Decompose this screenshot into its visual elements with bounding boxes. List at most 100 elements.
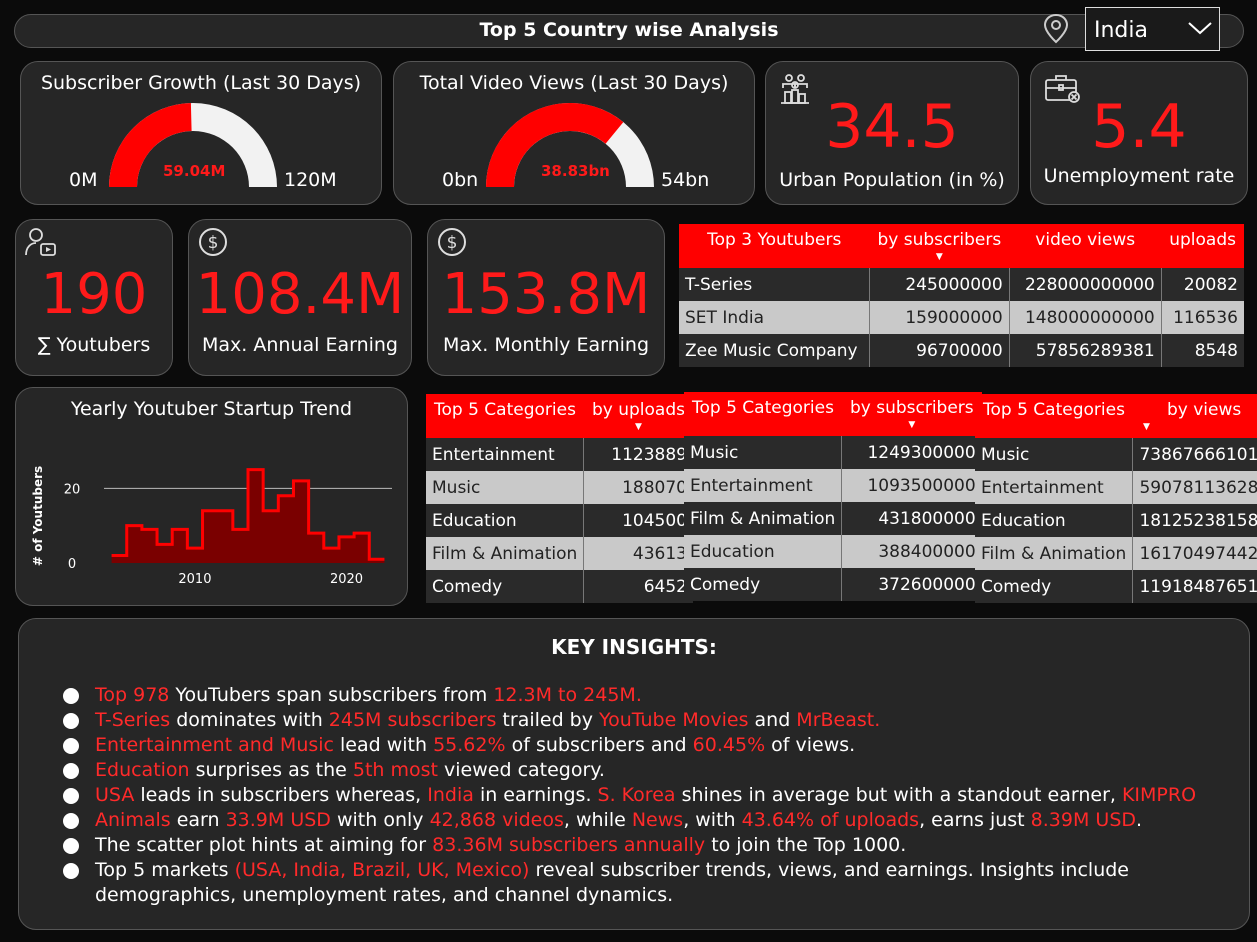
- cat-uploads-header-category[interactable]: Top 5 Categories: [426, 394, 584, 438]
- top3-header-uploads[interactable]: uploads: [1161, 224, 1244, 268]
- insight-highlight: News: [631, 809, 684, 831]
- cat-uploads-header-value[interactable]: by uploads ▼: [583, 394, 693, 438]
- x-tick-label: 2010: [178, 572, 211, 587]
- insight-highlight: USA: [95, 784, 135, 806]
- svg-text:$: $: [208, 233, 219, 253]
- insight-text: shines in average but with a standout ea…: [675, 784, 1122, 806]
- cat-subs-header-category[interactable]: Top 5 Categories: [684, 392, 842, 436]
- monthly-earning-card: $ 153.8M Max. Monthly Earning: [427, 219, 665, 376]
- insight-text: in earnings.: [473, 784, 598, 806]
- insight-highlight: 33.9M USD: [225, 809, 331, 831]
- dollar-icon: $: [438, 228, 466, 256]
- insight-highlight: Entertainment and Music: [95, 734, 334, 756]
- views-gauge-min: 0bn: [442, 169, 479, 191]
- cell: 116536: [1160, 301, 1244, 334]
- cell: 161704974429: [1132, 537, 1257, 570]
- categories-by-subscribers-table: Top 5 Categories by subscribers ▼ Music 12…: [684, 392, 982, 601]
- insight-text: lead with: [333, 734, 434, 756]
- cell: 181252381585: [1132, 504, 1257, 537]
- insight-highlight: 83.36M subscribers annually: [432, 834, 706, 856]
- y-tick-label: 0: [68, 557, 76, 572]
- annual-earning-value: 108.4M: [195, 262, 405, 327]
- country-dropdown[interactable]: India: [1085, 7, 1220, 51]
- table-row[interactable]: Comedy 119184876515: [975, 570, 1257, 603]
- subscriber-gauge-title: Subscriber Growth (Last 30 Days): [40, 72, 362, 94]
- insight-item: USA leads in subscribers whereas, India …: [63, 783, 1229, 808]
- table-row[interactable]: Film & Animation 431800000: [684, 502, 982, 535]
- cell: 119184876515: [1132, 570, 1257, 603]
- insight-text: dominates with: [170, 709, 329, 731]
- y-axis-label: # of Youtubers: [31, 466, 45, 566]
- cat-subs-header-value[interactable]: by subscribers ▼: [841, 392, 982, 436]
- cell: Comedy: [426, 570, 584, 603]
- subscriber-gauge-value: 59.04M: [163, 162, 226, 180]
- cell: 590781136282: [1132, 471, 1257, 504]
- insight-highlight: 42,868 videos: [429, 809, 564, 831]
- insight-item: Entertainment and Music lead with 55.62%…: [63, 733, 1229, 758]
- table-row[interactable]: SET India 159000000 148000000000 116536: [679, 301, 1244, 334]
- insight-text: surprises as the: [189, 759, 353, 781]
- cell: 372600000: [841, 568, 982, 601]
- table-row[interactable]: Film & Animation 161704974429: [975, 537, 1257, 570]
- table-row[interactable]: Zee Music Company 96700000 57856289381 8…: [679, 334, 1244, 367]
- sort-desc-icon: ▼: [908, 420, 916, 430]
- urban-population-label: Urban Population (in %): [779, 169, 1005, 191]
- views-gauge-value: 38.83bn: [541, 162, 610, 180]
- cat-views-header-category[interactable]: Top 5 Categories: [975, 394, 1133, 438]
- insight-highlight: KIMPRO: [1121, 784, 1197, 806]
- table-row[interactable]: Education 388400000: [684, 535, 982, 568]
- insight-text: , while: [563, 809, 632, 831]
- top3-header-views[interactable]: video views: [1009, 224, 1162, 268]
- views-gauge-card: Total Video Views (Last 30 Days) 0bn 54b…: [393, 61, 755, 205]
- table-row[interactable]: Music 1249300000: [684, 436, 982, 469]
- table-row[interactable]: Comedy 372600000: [684, 568, 982, 601]
- unemployment-value: 5.4: [1091, 92, 1187, 162]
- urban-population-card: 34.5 Urban Population (in %): [765, 61, 1019, 205]
- insight-highlight: 55.62%: [433, 734, 506, 756]
- cell: Film & Animation: [426, 537, 584, 570]
- insight-highlight: 245M subscribers: [328, 709, 497, 731]
- top3-header-name[interactable]: Top 3 Youtubers: [679, 224, 870, 268]
- table-row[interactable]: T-Series 245000000 228000000000 20082: [679, 268, 1244, 301]
- table-row[interactable]: Education 181252381585: [975, 504, 1257, 537]
- country-selected: India: [1094, 18, 1148, 43]
- insight-text: earn: [170, 809, 226, 831]
- insight-highlight: Top 978: [95, 684, 170, 706]
- insight-highlight: 12.3M to 245M.: [493, 684, 642, 706]
- insights-title: KEY INSIGHTS:: [551, 635, 717, 659]
- table-row[interactable]: Music 188070: [426, 471, 693, 504]
- cell: Music: [684, 436, 842, 469]
- table-row[interactable]: Entertainment 1123889: [426, 438, 693, 471]
- table-row[interactable]: Film & Animation 43613: [426, 537, 693, 570]
- insight-text: of subscribers and: [505, 734, 693, 756]
- dollar-icon: $: [199, 228, 227, 256]
- insight-highlight: India: [427, 784, 474, 806]
- monthly-earning-label: Max. Monthly Earning: [442, 334, 650, 356]
- unemployment-card: 5.4 Unemployment rate: [1030, 61, 1248, 205]
- cell: 388400000: [841, 535, 982, 568]
- location-pin-icon: [1043, 13, 1069, 44]
- cell: Music: [426, 471, 584, 504]
- insight-text: viewed category.: [437, 759, 605, 781]
- cell: 431800000: [841, 502, 982, 535]
- table-row[interactable]: Music 738676661013: [975, 438, 1257, 471]
- cell: Entertainment: [426, 438, 584, 471]
- startup-trend-chart: # of Youtubers 0 20 2010 2020: [31, 466, 392, 587]
- insight-highlight: 8.39M USD: [1030, 809, 1137, 831]
- monthly-earning-value: 153.8M: [441, 262, 651, 327]
- cell: 188070: [583, 471, 693, 504]
- annual-earning-label: Max. Annual Earning: [202, 334, 398, 356]
- urban-population-value: 34.5: [825, 92, 959, 162]
- table-row[interactable]: Education 104500: [426, 504, 693, 537]
- top3-header-subscribers[interactable]: by subscribers ▼: [869, 224, 1010, 268]
- cell: Comedy: [975, 570, 1133, 603]
- table-row[interactable]: Entertainment 590781136282: [975, 471, 1257, 504]
- cell: Music: [975, 438, 1133, 471]
- cat-views-header-value[interactable]: by views ▼: [1132, 394, 1257, 438]
- insight-highlight: Animals: [95, 809, 171, 831]
- table-row[interactable]: Entertainment 1093500000: [684, 469, 982, 502]
- cell: T-Series: [679, 268, 870, 301]
- table-row[interactable]: Comedy 6452: [426, 570, 693, 603]
- key-insights-card: KEY INSIGHTS: Top 978 YouTubers span sub…: [18, 618, 1250, 930]
- insight-text: trailed by: [496, 709, 600, 731]
